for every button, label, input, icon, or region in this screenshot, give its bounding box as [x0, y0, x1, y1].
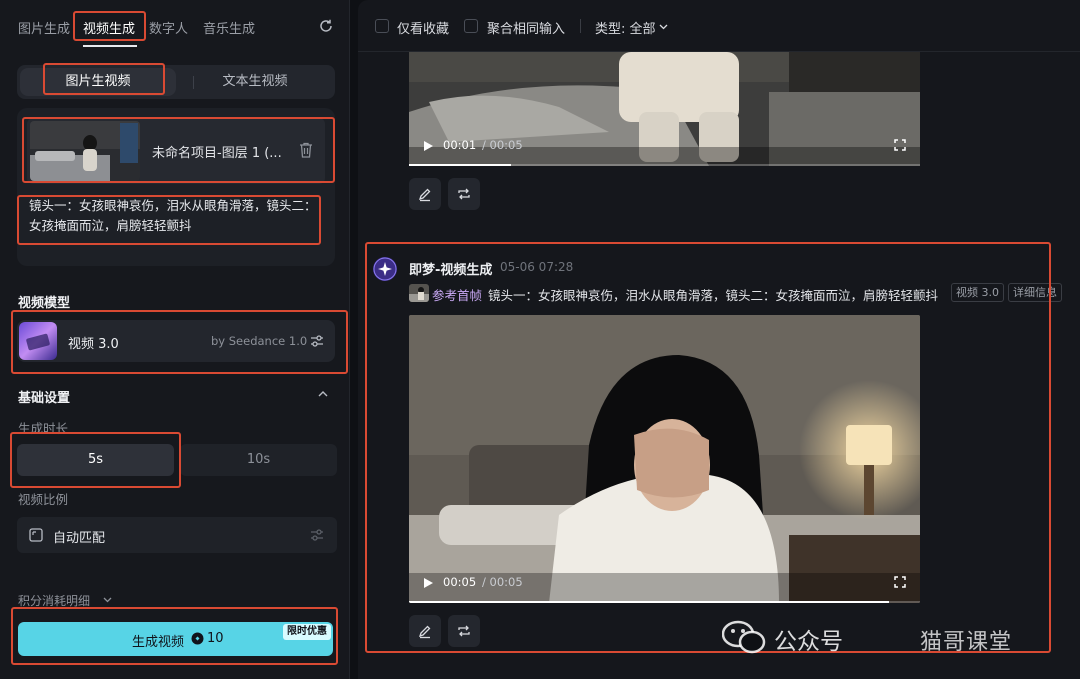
generation-tabs: 图片生成 视频生成 数字人 音乐生成 — [0, 0, 350, 50]
author-avatar — [373, 257, 397, 281]
filter-divider — [580, 19, 581, 33]
generate-label: 生成视频 — [132, 635, 185, 650]
duration-label: 生成时长 — [18, 421, 69, 436]
filter-bar: 仅看收藏 聚合相同输入 类型: 全部 — [358, 0, 1080, 52]
model-provider: by Seedance 1.0 — [211, 334, 308, 348]
points-detail-toggle[interactable]: 积分消耗明细 — [18, 592, 90, 609]
left-panel: 图片生成 视频生成 数字人 音乐生成 图片生视频 文本生视频 未命名项目-图层 … — [0, 0, 350, 679]
type-filter-dropdown[interactable]: 类型: 全部 — [595, 18, 656, 37]
uploaded-image-name: 未命名项目-图层 1 (... — [152, 146, 282, 161]
text-to-video-button[interactable]: 文本生视频 — [177, 65, 333, 99]
ratio-label: 视频比例 — [18, 492, 69, 507]
video-model-title: 视频模型 — [18, 296, 71, 311]
fullscreen-icon[interactable] — [894, 139, 906, 151]
model-tag: 视频 3.0 — [951, 283, 1004, 302]
video1-total-time: / 00:05 — [482, 138, 523, 152]
wechat-icon — [722, 620, 766, 654]
merge-input-checkbox[interactable] — [464, 19, 478, 33]
generate-cost: 10 — [207, 631, 224, 646]
watermark: 公众号 猫哥课堂 — [722, 618, 1080, 668]
play-icon[interactable] — [422, 577, 434, 589]
post-author: 即梦-视频生成 — [409, 263, 493, 278]
ratio-value: 自动匹配 — [53, 531, 106, 546]
post-prompt: 镜头一：女孩眼神哀伤，泪水从眼角滑落，镜头二：女孩掩面而泣，肩膀轻轻颤抖 — [488, 288, 939, 303]
video2-total-time: / 00:05 — [482, 575, 523, 589]
edit-button[interactable] — [409, 615, 441, 647]
model-thumbnail-icon — [19, 322, 57, 360]
duration-selector: 5s 10s — [17, 444, 337, 476]
prompt-textarea[interactable]: 镜头一：女孩眼神哀伤，泪水从眼角滑落，镜头二：女孩掩面而泣，肩膀轻轻颤抖 — [29, 196, 325, 236]
image-to-video-button[interactable]: 图片生视频 — [20, 68, 176, 96]
video1-progress-track[interactable] — [409, 164, 920, 166]
mode-segmented-control: 图片生视频 文本生视频 — [17, 65, 335, 99]
tab-music-gen[interactable]: 音乐生成 — [203, 18, 255, 37]
model-name: 视频 3.0 — [68, 337, 119, 352]
sparkle-icon — [373, 257, 397, 281]
chevron-down-icon[interactable] — [659, 24, 668, 30]
pencil-icon — [418, 625, 431, 639]
uploaded-image-thumbnail — [30, 121, 140, 181]
settings-sliders-icon[interactable] — [309, 333, 325, 349]
active-tab-indicator — [83, 45, 137, 47]
model-selector[interactable]: 视频 3.0 by Seedance 1.0 — [17, 320, 335, 362]
regenerate-button[interactable] — [448, 615, 480, 647]
trash-icon[interactable] — [299, 142, 313, 158]
duration-5s-button[interactable]: 5s — [17, 444, 174, 476]
video1-progress-fill — [409, 164, 512, 166]
video-player-1[interactable]: 00:01 / 00:05 — [409, 52, 920, 166]
uploaded-image-item[interactable]: 未命名项目-图层 1 (... — [27, 118, 325, 184]
chevron-down-icon[interactable] — [103, 597, 112, 603]
video2-progress-track[interactable] — [409, 601, 920, 603]
regenerate-button[interactable] — [448, 178, 480, 210]
credit-coin-icon — [191, 632, 204, 645]
pencil-icon — [418, 188, 431, 202]
basic-settings-title: 基础设置 — [18, 391, 71, 406]
video-player-2[interactable]: 00:05 / 00:05 — [409, 315, 920, 603]
reference-frame-label[interactable]: 参考首帧 — [432, 285, 482, 304]
details-button[interactable]: 详细信息 — [1008, 283, 1062, 302]
duration-10s-button[interactable]: 10s — [180, 444, 337, 476]
edit-button[interactable] — [409, 178, 441, 210]
video2-current-time: 00:05 — [443, 575, 477, 589]
watermark-brand: 猫哥课堂 — [920, 630, 1013, 655]
tab-image-gen[interactable]: 图片生成 — [18, 18, 70, 37]
refresh-icon[interactable] — [318, 18, 334, 34]
watermark-text: 公众号 — [774, 629, 843, 655]
ratio-settings-icon[interactable] — [309, 527, 325, 543]
ratio-selector[interactable]: 自动匹配 — [17, 517, 337, 553]
play-icon[interactable] — [422, 140, 434, 152]
limited-offer-badge: 限时优惠 — [283, 624, 331, 640]
aspect-ratio-icon — [29, 528, 43, 542]
tab-digital-human[interactable]: 数字人 — [149, 18, 188, 37]
video1-current-time: 00:01 — [443, 138, 477, 152]
favorites-checkbox[interactable] — [375, 19, 389, 33]
fullscreen-icon[interactable] — [894, 576, 906, 588]
tab-video-gen[interactable]: 视频生成 — [83, 18, 135, 37]
reference-frame-thumbnail[interactable] — [409, 284, 429, 302]
merge-same-input-label[interactable]: 聚合相同输入 — [487, 18, 565, 37]
chevron-up-icon[interactable] — [317, 390, 329, 398]
post-date: 05-06 07:28 — [500, 260, 574, 274]
results-panel: 仅看收藏 聚合相同输入 类型: 全部 00:01 / 00:05 即梦-视频生成… — [358, 0, 1080, 679]
repeat-icon — [458, 625, 470, 637]
video2-progress-fill — [409, 601, 890, 603]
repeat-icon — [458, 188, 470, 200]
upload-card: 未命名项目-图层 1 (... 镜头一：女孩眼神哀伤，泪水从眼角滑落，镜头二：女… — [17, 108, 335, 266]
favorites-only-label[interactable]: 仅看收藏 — [397, 18, 449, 37]
